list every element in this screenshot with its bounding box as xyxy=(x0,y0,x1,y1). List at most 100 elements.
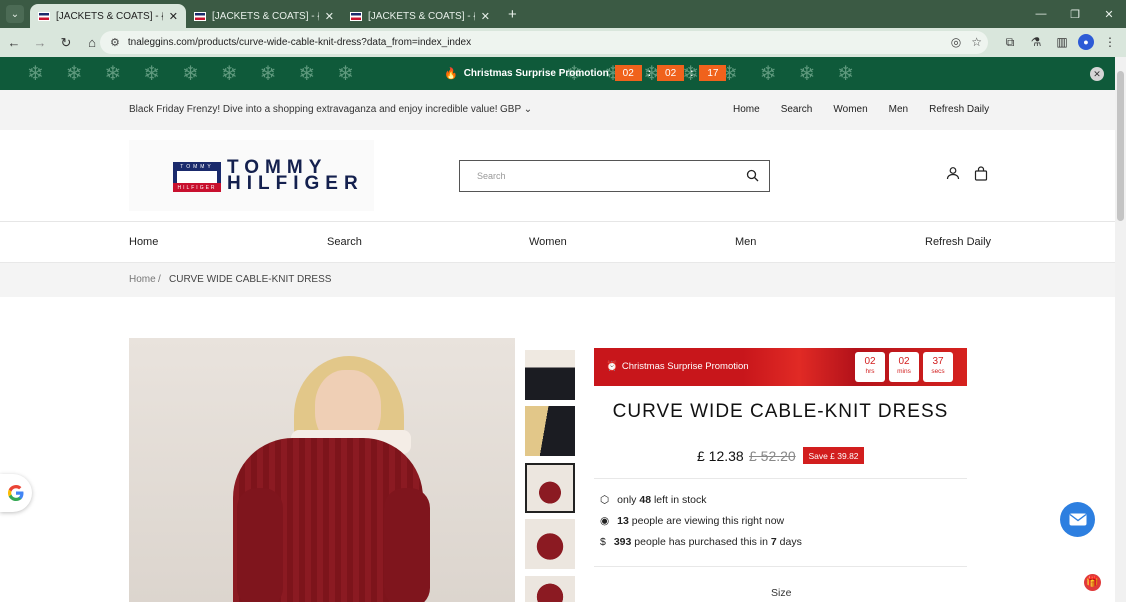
cart-bag-icon[interactable] xyxy=(974,166,988,181)
sidepanel-icon[interactable]: ▥ xyxy=(1052,30,1072,54)
site-info-icon[interactable]: ⚙ xyxy=(110,36,120,49)
main-nav: Home Search Women Men Refresh Daily xyxy=(0,222,1115,263)
bookmark-star-icon[interactable]: ☆ xyxy=(971,35,982,49)
product-title: CURVE WIDE CABLE-KNIT DRESS xyxy=(612,401,949,422)
top-link-men[interactable]: Men xyxy=(889,104,908,115)
minimize-icon[interactable]: — xyxy=(1024,0,1058,28)
top-link-refresh-daily[interactable]: Refresh Daily xyxy=(929,104,989,115)
promo-countdown: 🔥 Christmas Surprise Promotion 02 : 02 :… xyxy=(444,65,727,81)
nav-home[interactable]: Home xyxy=(129,236,158,248)
stock-info: ⬡ only 48 left in stock xyxy=(600,494,707,506)
size-label: Size xyxy=(771,587,792,599)
product-main-image[interactable] xyxy=(129,338,515,602)
labs-icon[interactable]: ⚗ xyxy=(1026,30,1046,54)
breadcrumb: Home / CURVE WIDE CABLE-KNIT DRESS xyxy=(0,263,1115,297)
top-link-search[interactable]: Search xyxy=(781,104,813,115)
snowflake-icon: ❄ xyxy=(259,63,277,85)
top-link-home[interactable]: Home xyxy=(733,104,760,115)
announcement-message: Black Friday Frenzy! Dive into a shoppin… xyxy=(129,104,498,115)
tab-search-icon[interactable]: ⌄ xyxy=(6,5,24,23)
site-header: TOMMY HILFIGER TOMMY HILFIGER Search xyxy=(0,130,1115,222)
close-tab-icon[interactable]: ✕ xyxy=(481,10,490,23)
product-thumbnail[interactable] xyxy=(525,350,575,400)
purchased-info: $ 393 people has purchased this in 7 day… xyxy=(600,536,802,548)
favicon-icon xyxy=(350,11,362,21)
search-placeholder: Search xyxy=(477,171,506,181)
address-bar[interactable]: ⚙ tnaleggins.com/products/curve-wide-cab… xyxy=(100,31,988,54)
browser-tab-3[interactable]: [JACKETS & COATS] - {tommy h ✕ xyxy=(342,4,498,28)
restore-icon[interactable]: ❐ xyxy=(1058,0,1092,28)
snowflake-icon: ❄ xyxy=(837,63,855,85)
search-icon[interactable] xyxy=(746,169,759,182)
search-input[interactable]: Search xyxy=(459,160,770,192)
browser-tab-2[interactable]: [JACKETS & COATS] - {tommy h ✕ xyxy=(186,4,342,28)
timer-seconds: 37 secs xyxy=(923,352,953,382)
menu-dots-icon[interactable]: ⋮ xyxy=(1100,30,1120,54)
snowflake-icon: ❄ xyxy=(759,63,777,85)
window-controls: — ❐ ✕ xyxy=(1024,0,1126,28)
close-tab-icon[interactable]: ✕ xyxy=(325,10,334,23)
new-tab-icon[interactable]: + xyxy=(508,6,517,23)
profile-avatar-icon[interactable]: ● xyxy=(1078,34,1094,50)
product-price: £ 12.38 xyxy=(697,448,744,464)
divider xyxy=(594,566,967,567)
save-badge: Save £ 39.82 xyxy=(803,447,864,464)
countdown-separator: : xyxy=(647,67,652,79)
box-icon: ⬡ xyxy=(600,494,610,506)
nav-search[interactable]: Search xyxy=(327,236,362,248)
favicon-icon xyxy=(194,11,206,21)
logo-wordmark: TOMMY HILFIGER xyxy=(227,157,364,194)
original-price: £ 52.20 xyxy=(749,448,796,464)
tab-title: [JACKETS & COATS] - {tommy h xyxy=(56,10,163,22)
browser-toolbar: ← → ↻ ⌂ ⚙ tnaleggins.com/products/curve-… xyxy=(0,28,1126,57)
eye-off-icon[interactable]: ◎ xyxy=(951,35,961,49)
gift-icon[interactable]: 🎁 xyxy=(1084,574,1101,591)
snowflake-icon: ❄ xyxy=(27,63,44,85)
eye-icon: ◉ xyxy=(600,515,610,527)
nav-refresh-daily[interactable]: Refresh Daily xyxy=(925,236,991,248)
google-icon[interactable] xyxy=(0,474,32,512)
countdown-minutes: 02 xyxy=(657,65,685,81)
snowflake-icon: ❄ xyxy=(104,63,122,85)
back-icon[interactable]: ← xyxy=(2,31,26,55)
promotion-banner: ⏰ Christmas Surprise Promotion 02 hrs 02 m… xyxy=(594,348,967,386)
product-thumbnail[interactable] xyxy=(525,406,575,456)
timer-hours: 02 hrs xyxy=(855,352,885,382)
nav-men[interactable]: Men xyxy=(735,236,756,248)
close-promo-icon[interactable]: ✕ xyxy=(1090,67,1104,81)
url-text: tnaleggins.com/products/curve-wide-cable… xyxy=(127,37,472,48)
product-thumbnail-selected[interactable] xyxy=(525,463,575,513)
top-link-women[interactable]: Women xyxy=(833,104,867,115)
browser-tab-1[interactable]: [JACKETS & COATS] - {tommy h ✕ xyxy=(30,4,186,28)
site-logo[interactable]: TOMMY HILFIGER TOMMY HILFIGER xyxy=(129,140,374,211)
tab-title: [JACKETS & COATS] - {tommy h xyxy=(212,10,319,22)
breadcrumb-home[interactable]: Home xyxy=(129,274,156,285)
breadcrumb-separator: / xyxy=(158,274,161,285)
viewing-info: ◉ 13 people are viewing this right now xyxy=(600,515,785,527)
countdown-seconds: 17 xyxy=(699,65,727,81)
close-window-icon[interactable]: ✕ xyxy=(1092,0,1126,28)
snowflake-icon: ❄ xyxy=(143,63,161,85)
announcement-bar: Black Friday Frenzy! Dive into a shoppin… xyxy=(0,90,1115,130)
account-icon[interactable] xyxy=(946,166,960,180)
close-tab-icon[interactable]: ✕ xyxy=(169,10,178,23)
reload-icon[interactable]: ↻ xyxy=(54,31,78,55)
chevron-down-icon: ⌄ xyxy=(523,104,533,115)
banner-label: ⏰ Christmas Surprise Promotion xyxy=(606,361,749,372)
nav-women[interactable]: Women xyxy=(529,236,567,248)
snowflake-icon: ❄ xyxy=(220,63,238,85)
dollar-circle-icon: $ xyxy=(600,536,606,548)
mail-chat-icon[interactable] xyxy=(1060,502,1095,537)
tab-title: [JACKETS & COATS] - {tommy h xyxy=(368,10,475,22)
product-thumbnail[interactable] xyxy=(525,576,575,602)
currency-selector[interactable]: GBP ⌄ xyxy=(500,104,532,115)
page-scrollbar[interactable] xyxy=(1115,57,1126,602)
extensions-icon[interactable]: ⧉ xyxy=(1000,30,1020,54)
alarm-clock-icon: ⏰ xyxy=(606,361,618,372)
timer-minutes: 02 mins xyxy=(889,352,919,382)
snowflake-icon: ❄ xyxy=(65,63,83,85)
divider xyxy=(594,478,967,479)
forward-icon[interactable]: → xyxy=(28,31,52,55)
favicon-icon xyxy=(38,11,50,21)
product-thumbnail[interactable] xyxy=(525,519,575,569)
